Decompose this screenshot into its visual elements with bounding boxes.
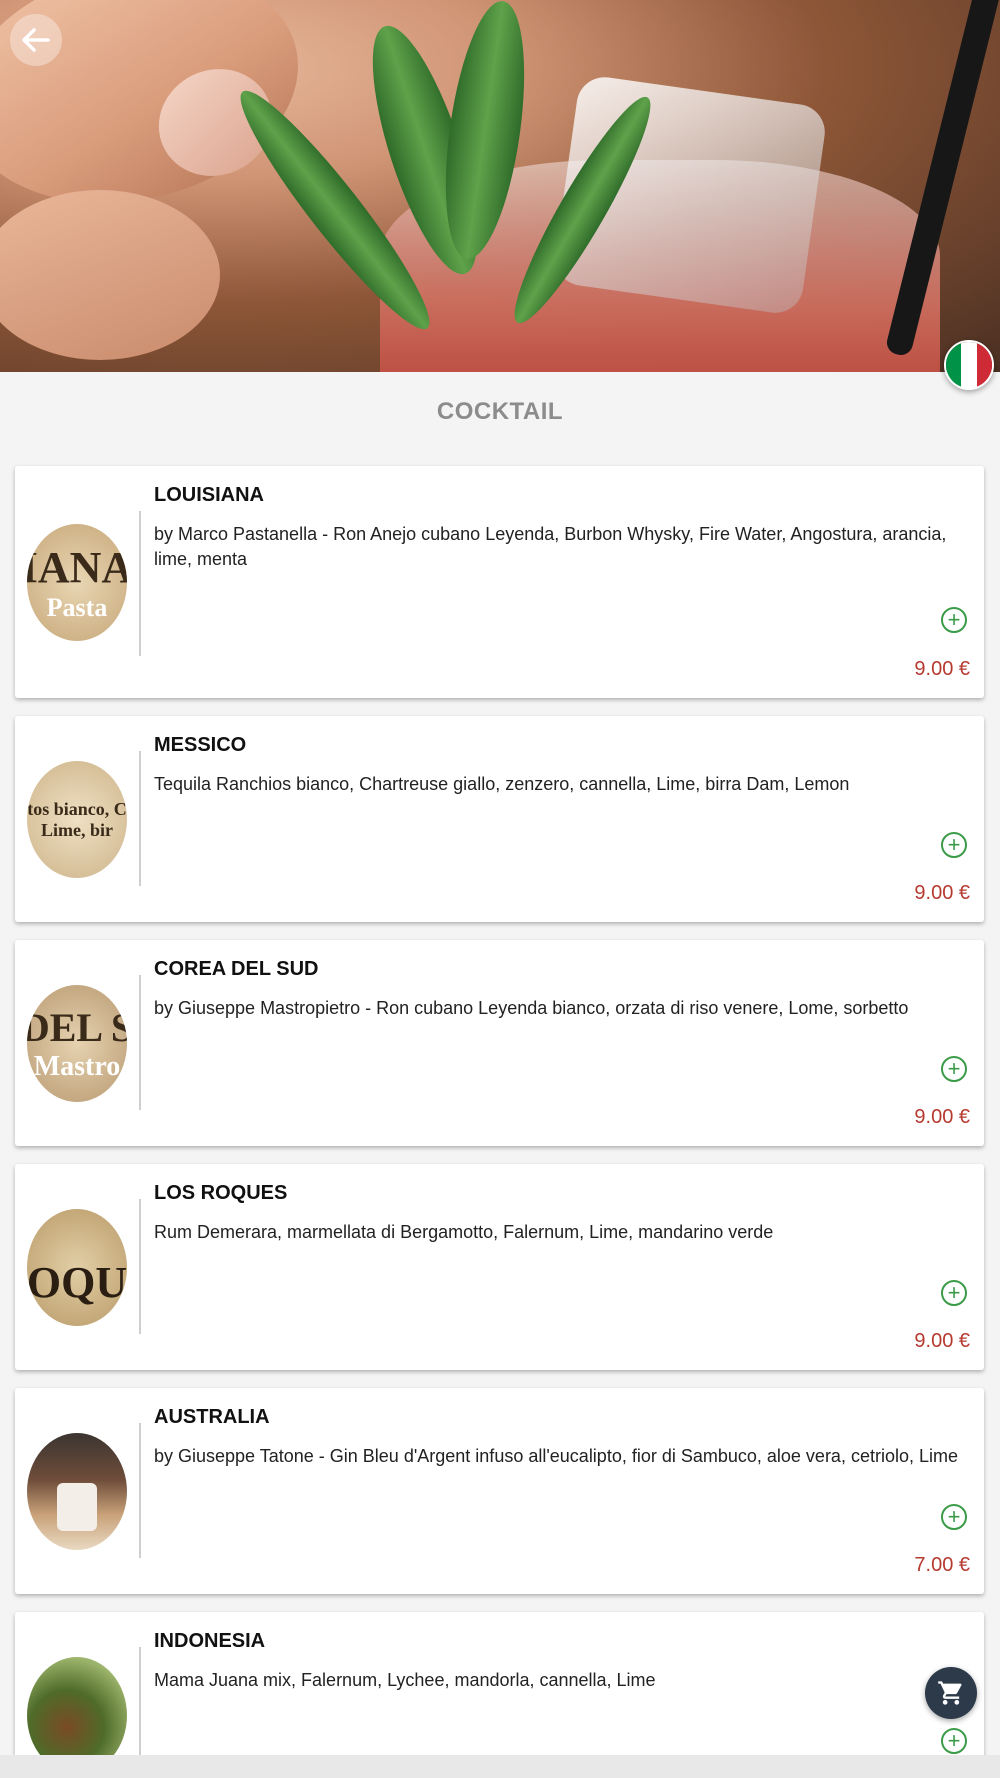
divider [139, 1199, 141, 1334]
plus-icon: + [947, 1056, 961, 1081]
item-price: 9.00 € [914, 882, 970, 904]
italy-flag-icon [946, 342, 962, 388]
item-price: 9.00 € [914, 658, 970, 680]
item-description: Tequila Ranchios bianco, Chartreuse gial… [154, 774, 850, 794]
item-name: AUSTRALIA [154, 1406, 270, 1428]
add-button[interactable]: + [941, 1280, 967, 1306]
divider [139, 751, 141, 886]
add-button[interactable]: + [941, 1056, 967, 1082]
plus-icon: + [947, 832, 961, 857]
back-button[interactable] [10, 14, 62, 66]
add-button[interactable]: + [941, 1504, 967, 1530]
cart-button[interactable] [925, 1667, 977, 1719]
menu-item-card[interactable]: INDONESIA Mama Juana mix, Falernum, Lych… [15, 1612, 984, 1778]
item-description: by Giuseppe Tatone - Gin Bleu d'Argent i… [154, 1446, 958, 1466]
item-price: 7.00 € [914, 1554, 970, 1576]
item-thumbnail: tos bianco, C Lime, bir [27, 761, 127, 878]
item-description: Mama Juana mix, Falernum, Lychee, mandor… [154, 1670, 656, 1690]
language-selector[interactable] [944, 340, 994, 390]
divider [139, 975, 141, 1110]
item-name: MESSICO [154, 734, 247, 756]
item-price: 9.00 € [914, 1330, 970, 1352]
menu-item-card[interactable]: AUSTRALIA by Giuseppe Tatone - Gin Bleu … [15, 1388, 984, 1594]
plus-icon: + [947, 607, 961, 632]
divider [139, 511, 141, 656]
item-thumbnail: OQU [27, 1209, 127, 1326]
section-title: COCKTAIL [436, 398, 564, 425]
menu-item-card[interactable]: DEL S Mastro COREA DEL SUD by Giuseppe M… [15, 940, 984, 1146]
item-name: INDONESIA [154, 1630, 266, 1652]
bottom-navigation [0, 1755, 1000, 1778]
menu-item-card[interactable]: OQU LOS ROQUES Rum Demerara, marmellata … [15, 1164, 984, 1370]
add-button[interactable]: + [941, 1728, 967, 1754]
item-thumbnail [27, 1433, 127, 1550]
item-name: COREA DEL SUD [154, 958, 319, 980]
plus-icon: + [947, 1728, 961, 1753]
item-price: 9.00 € [914, 1106, 970, 1128]
arrow-left-icon [22, 28, 50, 52]
plus-icon: + [947, 1504, 961, 1529]
item-thumbnail: DEL S Mastro [27, 985, 127, 1102]
item-description: by Marco Pastanella - Ron Anejo cubano L… [154, 524, 947, 569]
add-button[interactable]: + [941, 607, 967, 633]
cart-icon [938, 1681, 962, 1705]
add-button[interactable]: + [941, 832, 967, 858]
item-description: Rum Demerara, marmellata di Bergamotto, … [154, 1222, 774, 1242]
menu-item-card[interactable]: IANA Pasta LOUISIANA by Marco Pastanella… [15, 466, 984, 698]
item-description: by Giuseppe Mastropietro - Ron cubano Le… [154, 998, 909, 1018]
plus-icon: + [947, 1280, 961, 1305]
item-thumbnail: IANA Pasta [27, 524, 127, 641]
item-name: LOUISIANA [154, 484, 264, 506]
divider [139, 1423, 141, 1558]
item-name: LOS ROQUES [154, 1182, 288, 1204]
hero-image [0, 0, 1000, 372]
menu-item-card[interactable]: tos bianco, C Lime, bir MESSICO Tequila … [15, 716, 984, 922]
